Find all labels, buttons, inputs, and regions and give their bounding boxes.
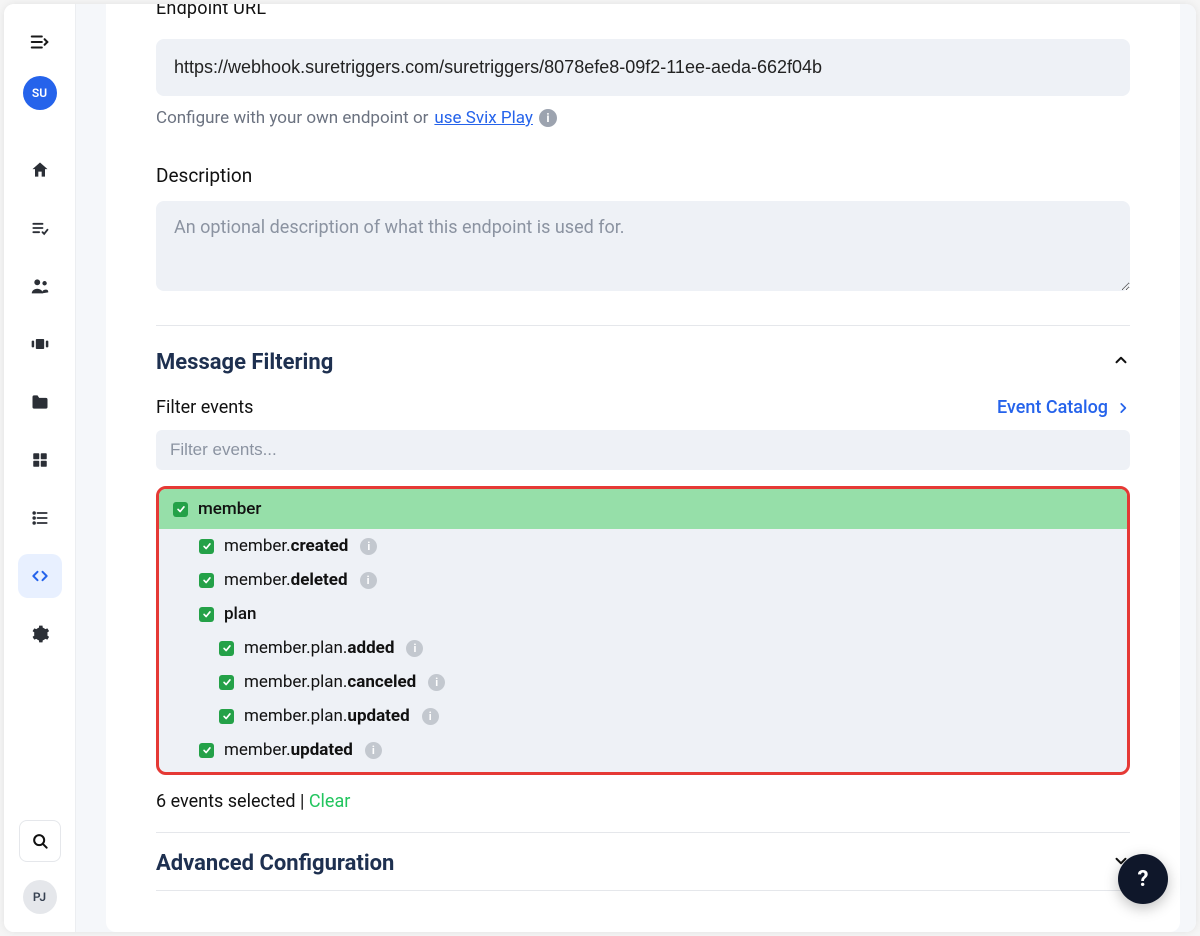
- event-catalog-text: Event Catalog: [997, 397, 1108, 418]
- checkbox-icon[interactable]: [199, 573, 214, 588]
- question-icon: ?: [1138, 867, 1149, 892]
- checkbox-icon[interactable]: [173, 502, 188, 517]
- checkbox-icon[interactable]: [219, 675, 234, 690]
- nav-list-icon[interactable]: [18, 496, 62, 540]
- info-icon[interactable]: i: [539, 109, 557, 127]
- message-filtering-title: Message Filtering: [156, 350, 333, 375]
- checkbox-icon[interactable]: [219, 709, 234, 724]
- sidebar: SU PJ: [4, 4, 76, 932]
- event-label: member.plan.canceled: [244, 672, 416, 692]
- advanced-configuration-header[interactable]: Advanced Configuration: [156, 851, 1130, 890]
- nav-code-icon[interactable]: [18, 554, 62, 598]
- checkbox-icon[interactable]: [199, 539, 214, 554]
- event-member-plan-updated[interactable]: member.plan.updated i: [159, 699, 1127, 733]
- selected-count-text: 6 events selected |: [156, 791, 309, 812]
- main-panel: Endpoint URL Configure with your own end…: [76, 4, 1196, 932]
- event-subgroup-label: plan: [224, 604, 257, 624]
- event-member-updated[interactable]: member.updated i: [159, 733, 1127, 772]
- filter-events-search[interactable]: [156, 430, 1130, 470]
- events-tree: member member.created i member.deleted i…: [156, 486, 1130, 775]
- nav-folder-icon[interactable]: [18, 380, 62, 424]
- nav-apps-icon[interactable]: [18, 438, 62, 482]
- info-icon[interactable]: i: [422, 708, 439, 725]
- message-filtering-header[interactable]: Message Filtering: [156, 350, 1130, 375]
- event-label: member.plan.updated: [244, 706, 410, 726]
- nav-carousel-icon[interactable]: [18, 322, 62, 366]
- event-group-label: member: [198, 499, 261, 519]
- endpoint-url-input[interactable]: [156, 39, 1130, 96]
- event-member-deleted[interactable]: member.deleted i: [159, 563, 1127, 597]
- divider: [156, 325, 1130, 326]
- event-label: member.created: [224, 536, 348, 556]
- event-label: member.updated: [224, 740, 353, 760]
- user-avatar[interactable]: PJ: [23, 880, 57, 914]
- info-icon[interactable]: i: [360, 538, 377, 555]
- event-member-plan-canceled[interactable]: member.plan.canceled i: [159, 665, 1127, 699]
- endpoint-url-label: Endpoint URL: [156, 4, 1130, 19]
- divider: [156, 890, 1130, 891]
- event-member-created[interactable]: member.created i: [159, 529, 1127, 563]
- selected-summary: 6 events selected | Clear: [156, 791, 1130, 812]
- nav-list-check-icon[interactable]: [18, 206, 62, 250]
- checkbox-icon[interactable]: [219, 641, 234, 656]
- event-catalog-link[interactable]: Event Catalog: [997, 397, 1130, 418]
- info-icon[interactable]: i: [406, 640, 423, 657]
- event-member-plan-added[interactable]: member.plan.added i: [159, 631, 1127, 665]
- svix-play-link[interactable]: use Svix Play: [434, 108, 533, 128]
- info-icon[interactable]: i: [360, 572, 377, 589]
- description-textarea[interactable]: [156, 201, 1130, 291]
- advanced-configuration-title: Advanced Configuration: [156, 851, 394, 876]
- event-group-member[interactable]: member: [159, 489, 1127, 529]
- event-label: member.plan.added: [244, 638, 394, 658]
- checkbox-icon[interactable]: [199, 743, 214, 758]
- sidebar-search-button[interactable]: [19, 820, 61, 862]
- info-icon[interactable]: i: [428, 674, 445, 691]
- clear-selection-link[interactable]: Clear: [309, 791, 351, 812]
- nav-members-icon[interactable]: [18, 264, 62, 308]
- divider: [156, 832, 1130, 833]
- event-subgroup-plan[interactable]: plan: [159, 597, 1127, 631]
- org-avatar[interactable]: SU: [23, 76, 57, 110]
- description-label: Description: [156, 164, 1130, 187]
- content-card: Endpoint URL Configure with your own end…: [106, 4, 1180, 932]
- checkbox-icon[interactable]: [199, 607, 214, 622]
- endpoint-hint: Configure with your own endpoint or use …: [156, 108, 1130, 128]
- sidebar-toggle[interactable]: [20, 22, 60, 62]
- info-icon[interactable]: i: [365, 742, 382, 759]
- event-label: member.deleted: [224, 570, 348, 590]
- help-button[interactable]: ?: [1118, 854, 1168, 904]
- endpoint-hint-text: Configure with your own endpoint or: [156, 108, 428, 128]
- nav-home-icon[interactable]: [18, 148, 62, 192]
- chevron-up-icon: [1112, 351, 1130, 374]
- nav-settings-icon[interactable]: [18, 612, 62, 656]
- filter-events-label: Filter events: [156, 397, 253, 418]
- chevron-right-icon: [1116, 401, 1130, 415]
